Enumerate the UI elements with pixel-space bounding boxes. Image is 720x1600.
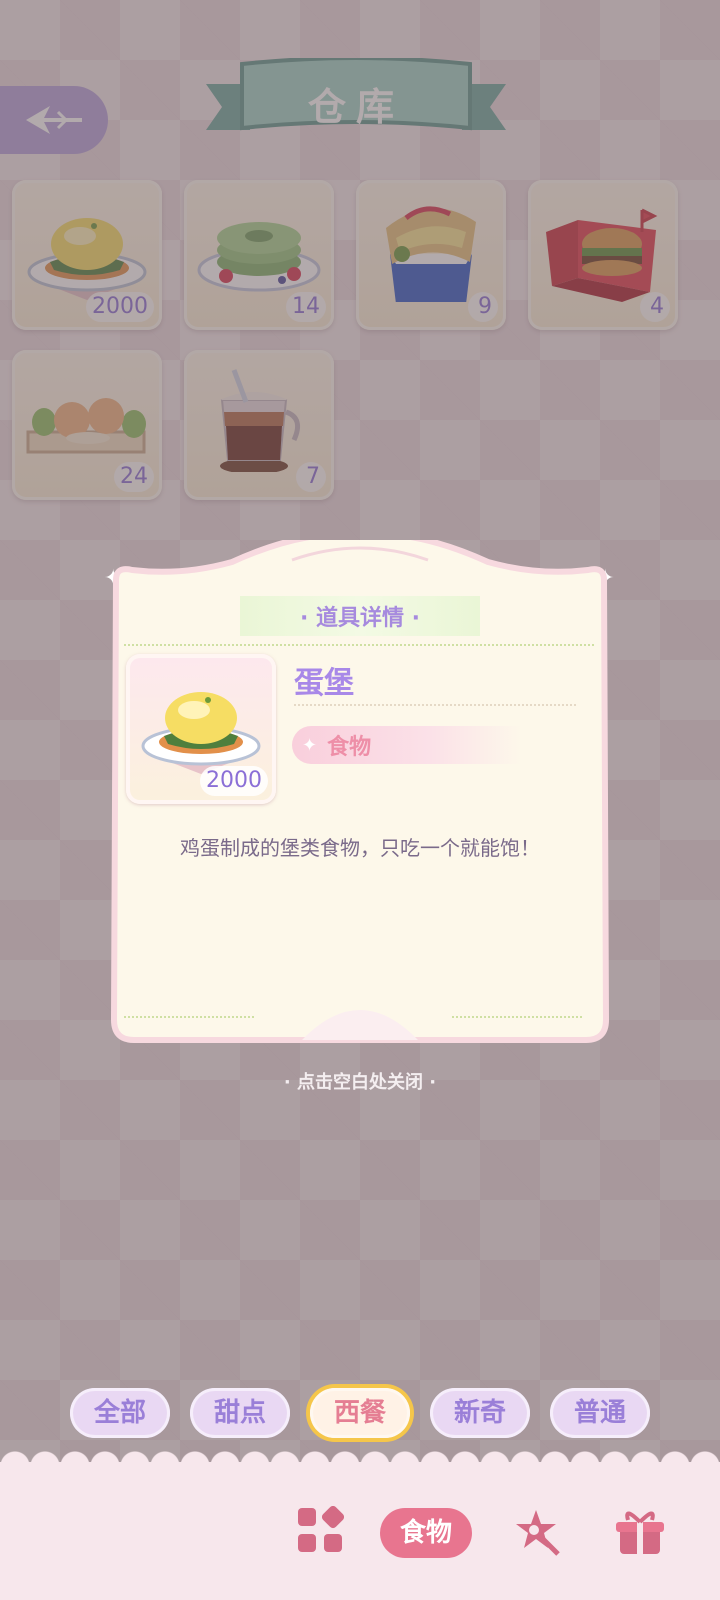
item-description: 鸡蛋制成的堡类食物，只吃一个就能饱！ [180, 836, 540, 860]
filter-western[interactable]: 西餐 [310, 1388, 410, 1438]
divider [294, 704, 576, 706]
egg-burger-icon [141, 692, 261, 774]
item-count: 2000 [200, 766, 268, 796]
magic-wand-icon[interactable] [510, 1506, 562, 1558]
grid-icon[interactable] [296, 1506, 344, 1554]
filter-all[interactable]: 全部 [70, 1388, 170, 1438]
detail-item-image: 2000 [126, 654, 276, 804]
gift-box-icon[interactable] [614, 1506, 666, 1558]
filter-dessert[interactable]: 甜点 [190, 1388, 290, 1438]
tab-food[interactable]: 食物 [380, 1508, 472, 1558]
divider [124, 1016, 254, 1018]
filter-novelty[interactable]: 新奇 [430, 1388, 530, 1438]
divider [124, 644, 594, 646]
filter-normal[interactable]: 普通 [550, 1388, 650, 1438]
category-filter-bar: 全部 甜点 西餐 新奇 普通 [70, 1388, 650, 1438]
divider [452, 1016, 582, 1018]
warehouse-screen: 仓库 2000 [0, 0, 720, 1600]
dialog-title: · 道具详情 · [240, 596, 480, 636]
category-tag: ✦ 食物 [292, 726, 522, 764]
item-detail-dialog: · 道具详情 · 2000 蛋堡 ✦ 食物 鸡蛋制成的堡类食物，只吃一个就能饱！ [102, 540, 618, 1058]
close-hint: · 点击空白处关闭 · [283, 1072, 437, 1093]
category-label: 食物 [327, 735, 372, 760]
star-icon: ✦ [302, 734, 318, 756]
bottom-nav: 食物 [0, 1446, 720, 1600]
item-name: 蛋堡 [294, 666, 354, 701]
